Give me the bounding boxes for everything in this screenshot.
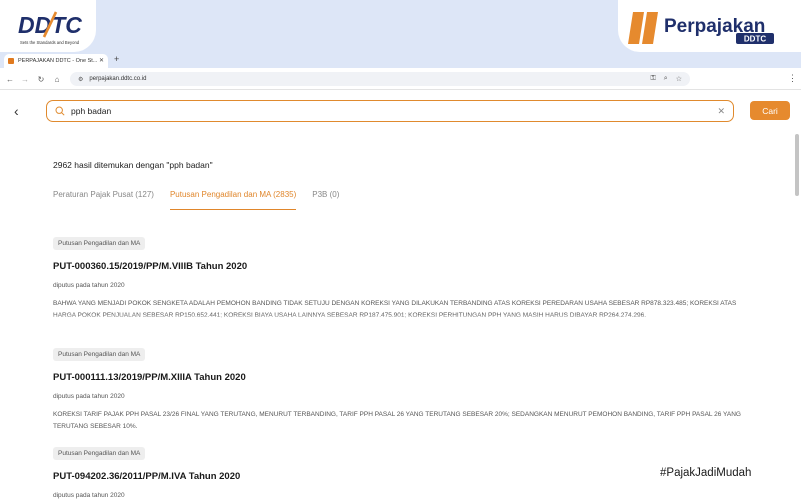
forward-nav-icon[interactable]: →: [19, 73, 31, 85]
category-badge: Putusan Pengadilan dan MA: [53, 237, 146, 250]
result-date: diputus pada tahun 2020: [53, 492, 125, 499]
clear-search-icon[interactable]: ✕: [717, 106, 725, 117]
address-bar[interactable]: ⚙ perpajakan.ddtc.co.id ⚿ ⌕ ☆: [70, 72, 690, 86]
scrollbar-thumb[interactable]: [795, 134, 799, 196]
result-snippet: BAHWA YANG MENJADI POKOK SENGKETA ADALAH…: [53, 300, 737, 319]
hashtag-label: #PajakJadiMudah: [654, 465, 758, 481]
category-tabs: Peraturan Pajak Pusat (127) Putusan Peng…: [53, 190, 355, 210]
star-icon[interactable]: ☆: [676, 75, 682, 83]
back-nav-icon[interactable]: ←: [4, 73, 16, 85]
search-button[interactable]: Cari: [750, 101, 790, 120]
result-date: diputus pada tahun 2020: [53, 282, 125, 289]
result-title[interactable]: PUT-000360.15/2019/PP/M.VIIIB Tahun 2020: [53, 261, 753, 272]
url-text[interactable]: perpajakan.ddtc.co.id: [89, 76, 642, 82]
back-arrow-icon[interactable]: ‹: [14, 104, 28, 118]
tab-p3b[interactable]: P3B (0): [312, 190, 339, 210]
key-icon[interactable]: ⚿: [650, 75, 655, 83]
ddtc-tagline: Sets the Standards and Beyond: [20, 40, 80, 45]
tab-strip: [0, 52, 801, 68]
perpajakan-logo: Perpajakan DDTC: [618, 0, 801, 52]
result-snippet: KOREKSI TARIF PAJAK PPH PASAL 23/26 FINA…: [53, 411, 741, 430]
category-badge: Putusan Pengadilan dan MA: [53, 348, 146, 361]
category-badge: Putusan Pengadilan dan MA: [53, 447, 146, 460]
result-count: 2962 hasil ditemukan dengan "pph badan": [53, 160, 213, 170]
reload-icon[interactable]: ↻: [35, 73, 47, 85]
zoom-icon[interactable]: ⌕: [664, 75, 668, 83]
perpajakan-ddtc-badge: DDTC: [744, 35, 766, 44]
search-icon: [55, 106, 65, 116]
perpajakan-logo-mark: Perpajakan DDTC: [628, 12, 774, 44]
close-tab-icon[interactable]: ✕: [99, 58, 104, 64]
search-input[interactable]: [71, 106, 718, 116]
site-info-icon[interactable]: ⚙: [78, 76, 83, 83]
result-item[interactable]: Putusan Pengadilan dan MA PUT-000360.15/…: [53, 232, 753, 321]
favicon-icon: [8, 58, 14, 64]
result-date: diputus pada tahun 2020: [53, 393, 125, 400]
result-title[interactable]: PUT-000111.13/2019/PP/M.XIIIA Tahun 2020: [53, 372, 753, 383]
browser-menu-icon[interactable]: ⋮: [788, 73, 797, 84]
tab-title: PERPAJAKAN DDTC - One St...: [18, 58, 97, 64]
tab-putusan-pengadilan[interactable]: Putusan Pengadilan dan MA (2835): [169, 190, 297, 210]
browser-tab[interactable]: PERPAJAKAN DDTC - One St... ✕: [4, 54, 108, 68]
new-tab-icon[interactable]: +: [114, 55, 119, 64]
search-box[interactable]: ✕: [46, 100, 734, 122]
ddtc-logo: DDTC Sets the Standards and Beyond: [0, 0, 96, 52]
tab-peraturan-pajak-pusat[interactable]: Peraturan Pajak Pusat (127): [53, 190, 154, 210]
result-item[interactable]: Putusan Pengadilan dan MA PUT-000111.13/…: [53, 343, 753, 432]
home-icon[interactable]: ⌂: [51, 73, 63, 85]
ddtc-logo-mark: DDTC Sets the Standards and Beyond: [18, 11, 82, 45]
result-item[interactable]: Putusan Pengadilan dan MA PUT-094202.36/…: [53, 442, 753, 499]
search-results-page: ‹ ✕ Cari 2962 hasil ditemukan dengan "pp…: [0, 90, 801, 501]
result-title[interactable]: PUT-094202.36/2011/PP/M.IVA Tahun 2020: [53, 471, 753, 482]
